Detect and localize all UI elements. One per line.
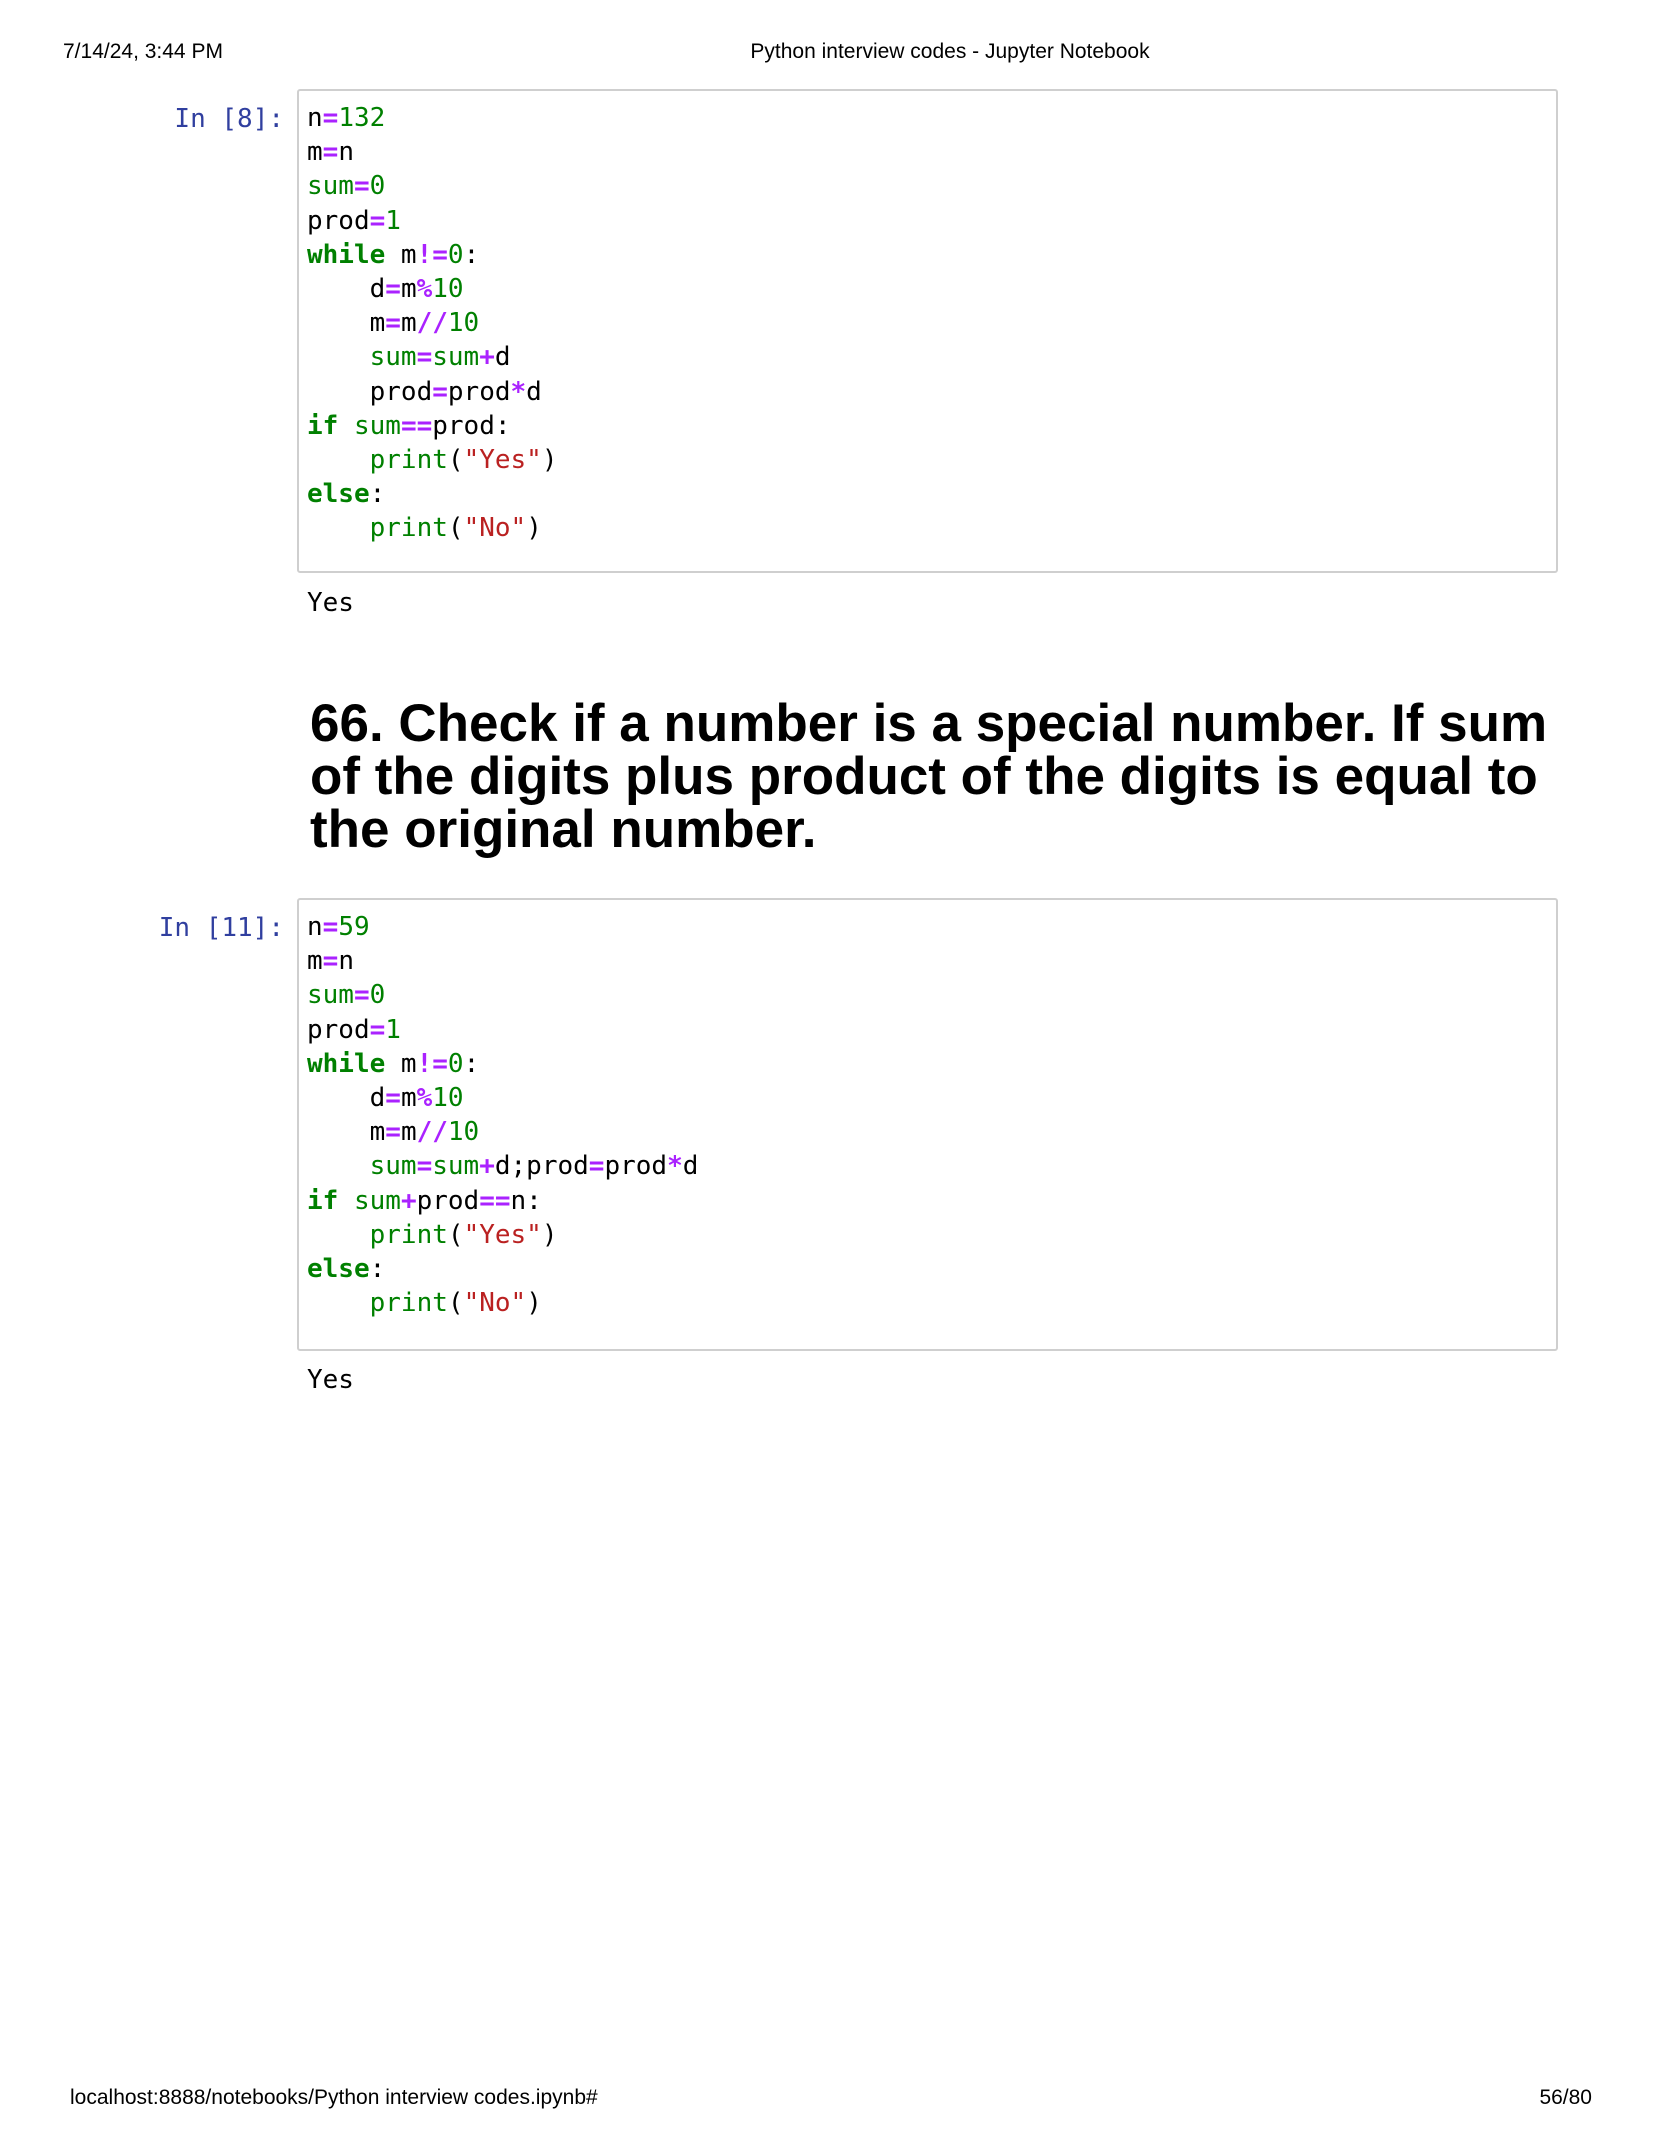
- code-line: m=m//10: [307, 1117, 480, 1148]
- cell-prompt: In [8]:: [174, 104, 284, 134]
- cell-prompt: In [11]:: [158, 913, 284, 943]
- print-document-title: Python interview codes - Jupyter Noteboo…: [750, 40, 1150, 63]
- code-line: else:: [307, 479, 386, 510]
- code-line: sum=0: [307, 171, 386, 202]
- code-line: prod=1: [307, 205, 401, 236]
- code-line: print("No"): [369, 1288, 542, 1319]
- code-line: print("Yes"): [369, 1219, 558, 1250]
- code-line: prod=prod*d: [307, 376, 542, 407]
- code-line: sum=sum+d: [369, 342, 511, 373]
- code-block[interactable]: n=59 m=n sum=0 prod=1 while m!=0: d=m%10…: [307, 910, 1556, 1320]
- code-line: while m!=0:: [307, 239, 480, 270]
- code-line: d=m%10: [307, 1083, 464, 1114]
- cell-output: Yes: [307, 588, 354, 618]
- cell-output: Yes: [307, 1365, 354, 1395]
- code-line: prod=1: [307, 1014, 401, 1045]
- code-line: else:: [307, 1254, 386, 1285]
- markdown-heading: 66. Check if a number is a special numbe…: [310, 694, 1548, 859]
- code-line: if sum==prod:: [307, 410, 511, 441]
- code-line: m=n: [307, 137, 354, 168]
- code-line: sum=0: [307, 980, 386, 1011]
- code-line: sum=sum+d;prod=prod*d: [369, 1151, 699, 1182]
- code-line: n=59: [307, 912, 370, 942]
- code-input-area[interactable]: n=59 m=n sum=0 prod=1 while m!=0: d=m%10…: [297, 898, 1558, 1351]
- code-line: while m!=0:: [307, 1048, 480, 1079]
- code-input-area[interactable]: n=132 m=n sum=0 prod=1 while m!=0: d=m%1…: [297, 89, 1558, 573]
- code-line: m=n: [307, 946, 354, 977]
- print-header: 7/14/24, 3:44 PM Python interview codes …: [0, 40, 1653, 70]
- code-line: print("Yes"): [369, 445, 558, 476]
- code-line: if sum+prod==n:: [307, 1185, 542, 1216]
- code-line: d=m%10: [307, 274, 464, 305]
- print-page-number: 56/80: [1539, 2086, 1592, 2109]
- code-block[interactable]: n=132 m=n sum=0 prod=1 while m!=0: d=m%1…: [307, 101, 1556, 546]
- code-line: m=m//10: [307, 308, 480, 339]
- print-url: localhost:8888/notebooks/Python intervie…: [70, 2086, 598, 2109]
- code-line: print("No"): [369, 513, 542, 544]
- code-line: n=132: [307, 103, 386, 133]
